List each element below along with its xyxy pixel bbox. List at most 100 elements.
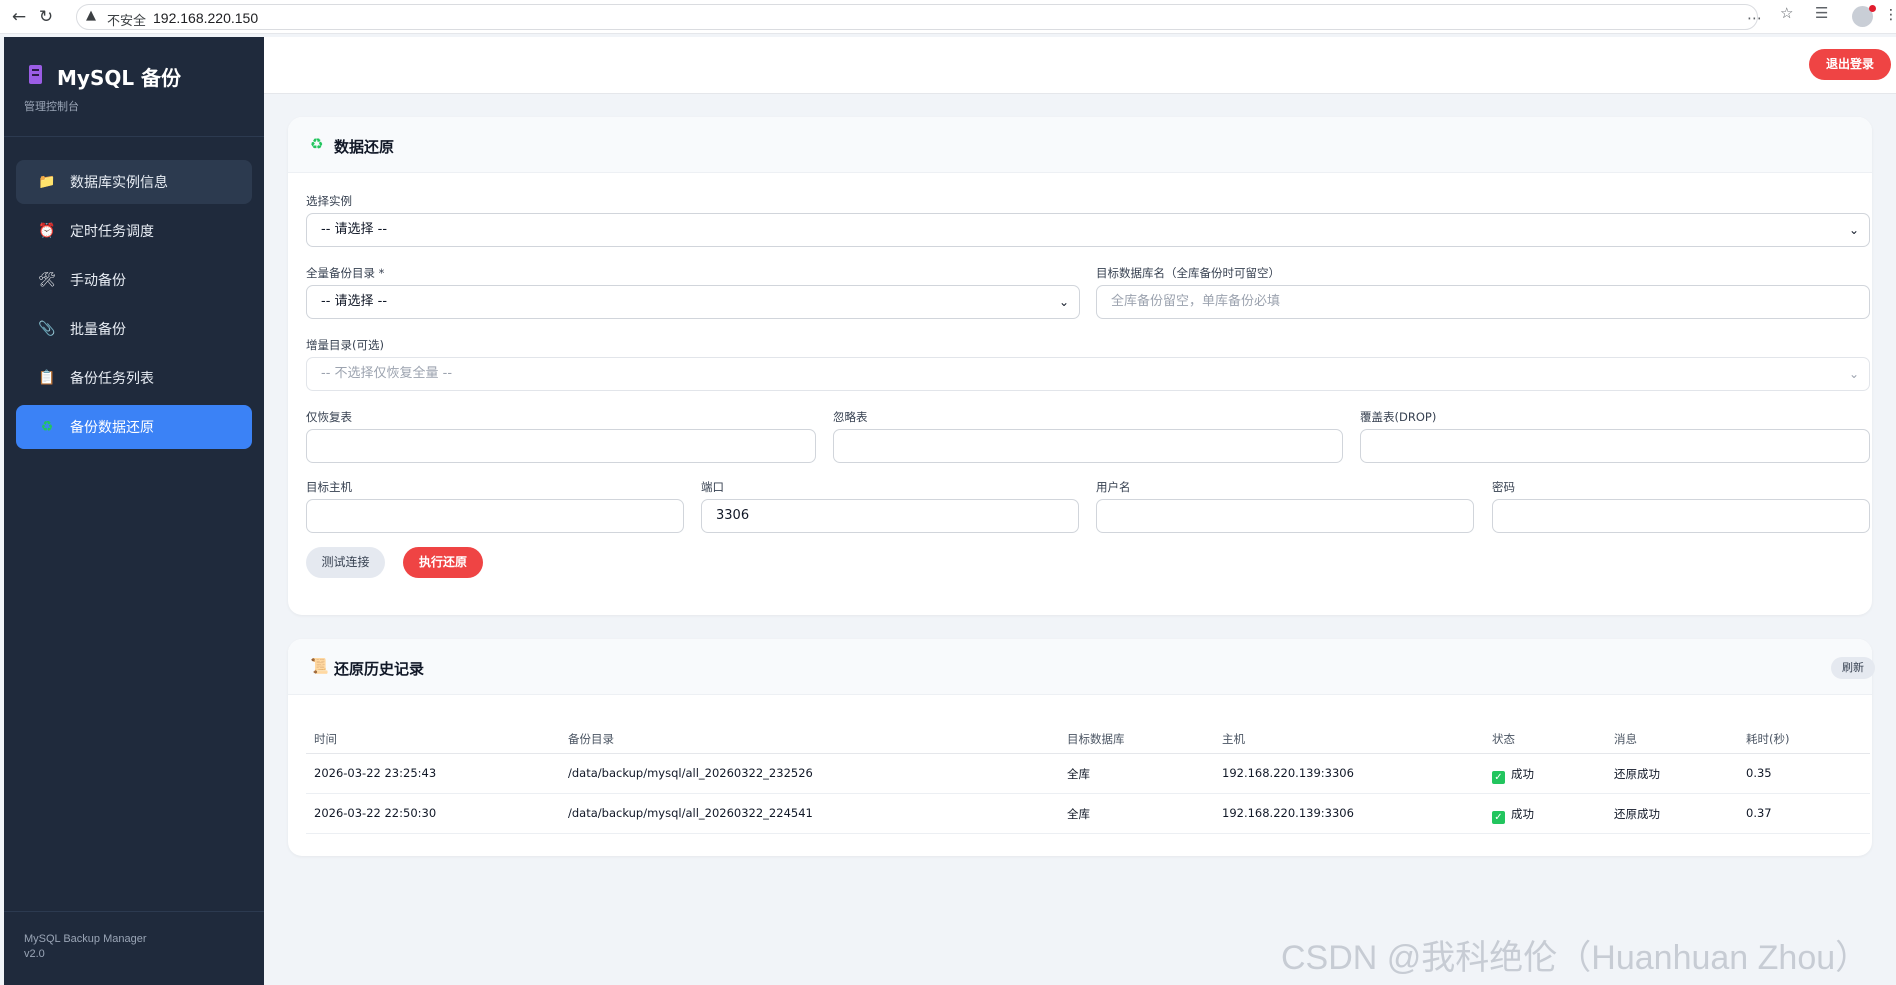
port-value: 3306 [716,508,750,523]
card-header: ♻ 数据还原 [288,117,1872,173]
column-header: 耗时(秒) [1746,732,1790,746]
full-dir-select-value: -- 请选择 -- [321,294,388,309]
chevron-down-icon: ⌄ [1848,367,1859,381]
chevron-down-icon: ⌄ [1848,223,1859,237]
address-url[interactable]: 192.168.220.150 [153,10,258,26]
warning-icon: ▲ [86,8,96,23]
alarm-clock-icon: ⏰ [38,223,56,239]
cell-host: 192.168.220.139:3306 [1222,806,1354,820]
card-header: 📜 还原历史记录 刷新 [288,639,1875,695]
cell-db: 全库 [1067,767,1090,781]
logout-button[interactable]: 退出登录 [1809,49,1891,80]
cell-message: 还原成功 [1614,767,1660,781]
cell-host: 192.168.220.139:3306 [1222,766,1354,780]
scroll-icon: 📜 [310,657,329,675]
sidebar-item-label: 备份任务列表 [70,371,154,387]
instance-select-value: -- 请选择 -- [321,222,388,237]
target-db-input[interactable]: 全库备份留空，单库备份必填 [1096,285,1870,319]
refresh-button[interactable]: 刷新 [1831,657,1875,679]
check-icon: ✓ [1492,811,1505,824]
chevron-down-icon: ⌄ [1058,295,1069,309]
incr-dir-select[interactable]: -- 不选择仅恢复全量 -- ⌄ [306,357,1870,391]
column-header: 备份目录 [568,732,614,746]
user-input[interactable] [1096,499,1474,533]
folder-icon: 📁 [38,174,56,190]
ignore-tables-label: 忽略表 [833,410,868,424]
sidebar-item-instance-info[interactable]: 📁 数据库实例信息 [16,160,252,204]
reload-icon[interactable]: ↻ [35,6,57,28]
sidebar-item-label: 数据库实例信息 [70,175,168,191]
instance-select[interactable]: -- 请选择 -- ⌄ [306,213,1870,247]
password-label: 密码 [1492,480,1515,494]
card-title: 还原历史记录 [334,660,425,678]
target-db-label: 目标数据库名（全库备份时可留空） [1096,266,1280,280]
sidebar-divider [4,136,264,137]
database-icon [29,65,42,84]
cell-status: ✓ 成功 [1492,806,1534,824]
cell-status: ✓ 成功 [1492,766,1534,784]
cell-duration: 0.35 [1746,766,1772,780]
port-input[interactable]: 3306 [701,499,1079,533]
sidebar-item-restore[interactable]: ♻ 备份数据还原 [16,405,252,449]
drop-tables-label: 覆盖表(DROP) [1360,410,1437,424]
cell-duration: 0.37 [1746,806,1772,820]
browser-toolbar: ← ↻ ▲ 不安全 192.168.220.150 ⋯ ☆ ☰ ⋮ [0,0,1896,34]
cell-time: 2026-03-22 23:25:43 [314,766,437,780]
target-db-placeholder: 全库备份留空，单库备份必填 [1111,294,1281,309]
paperclip-icon: 📎 [38,321,56,337]
cell-dir: /data/backup/mysql/all_20260322_232526 [568,766,813,780]
favorites-icon[interactable]: ☰ [1815,4,1828,22]
sidebar-item-label: 手动备份 [70,273,126,289]
cell-message: 还原成功 [1614,807,1660,821]
cell-dir: /data/backup/mysql/all_20260322_224541 [568,806,813,820]
column-header: 目标数据库 [1067,732,1125,746]
footer-version: v2.0 [24,948,45,960]
only-tables-input[interactable] [306,429,816,463]
status-text: 成功 [1511,767,1534,781]
address-bar[interactable]: ▲ 不安全 192.168.220.150 ⋯ [76,4,1762,30]
sidebar-item-label: 批量备份 [70,322,126,338]
bookmark-star-icon[interactable]: ☆ [1780,4,1793,22]
sidebar-footer-divider [4,911,264,912]
footer-app-name: MySQL Backup Manager [24,933,147,945]
more-options-icon[interactable]: ⋯ [1747,9,1762,27]
full-dir-select[interactable]: -- 请选择 -- ⌄ [306,285,1080,319]
instance-label: 选择实例 [306,194,352,208]
column-header: 状态 [1492,732,1515,746]
browser-menu-icon[interactable]: ⋮ [1884,7,1896,23]
restore-card: ♻ 数据还原 选择实例 -- 请选择 -- ⌄ 全量备份目录 * -- 请选择 … [288,117,1872,615]
sidebar-item-manual-backup[interactable]: 🛠 手动备份 [16,258,252,302]
check-icon: ✓ [1492,771,1505,784]
sidebar-item-task-list[interactable]: 📋 备份任务列表 [16,356,252,400]
test-connection-button[interactable]: 测试连接 [306,547,385,578]
user-label: 用户名 [1096,480,1131,494]
sidebar-item-batch-backup[interactable]: 📎 批量备份 [16,307,252,351]
drop-tables-input[interactable] [1360,429,1870,463]
execute-restore-button[interactable]: 执行还原 [403,547,483,578]
recycle-icon: ♻ [310,135,324,153]
status-text: 成功 [1511,807,1534,821]
ignore-tables-input[interactable] [833,429,1343,463]
card-title: 数据还原 [334,138,395,156]
sidebar-item-label: 备份数据还原 [70,420,154,436]
password-input[interactable] [1492,499,1870,533]
cell-time: 2026-03-22 22:50:30 [314,806,437,820]
column-header: 主机 [1222,732,1245,746]
sidebar-item-schedule[interactable]: ⏰ 定时任务调度 [16,209,252,253]
table-header: 时间 备份目录 目标数据库 主机 状态 消息 耗时(秒) [306,723,1870,754]
cell-db: 全库 [1067,807,1090,821]
clipboard-icon: 📋 [38,370,56,386]
host-input[interactable] [306,499,684,533]
tools-icon: 🛠 [38,272,56,288]
recycle-icon: ♻ [40,419,54,435]
back-icon[interactable]: ← [8,6,30,28]
column-header: 时间 [314,732,337,746]
app-subtitle: 管理控制台 [24,100,79,113]
notification-dot [1869,5,1876,12]
sidebar: MySQL 备份 管理控制台 📁 数据库实例信息 ⏰ 定时任务调度 🛠 手动备份… [4,37,264,985]
column-header: 消息 [1614,732,1637,746]
table-row: 2026-03-22 22:50:30 /data/backup/mysql/a… [306,793,1870,834]
top-header [264,37,1896,94]
only-tables-label: 仅恢复表 [306,410,352,424]
table-row: 2026-03-22 23:25:43 /data/backup/mysql/a… [306,753,1870,794]
